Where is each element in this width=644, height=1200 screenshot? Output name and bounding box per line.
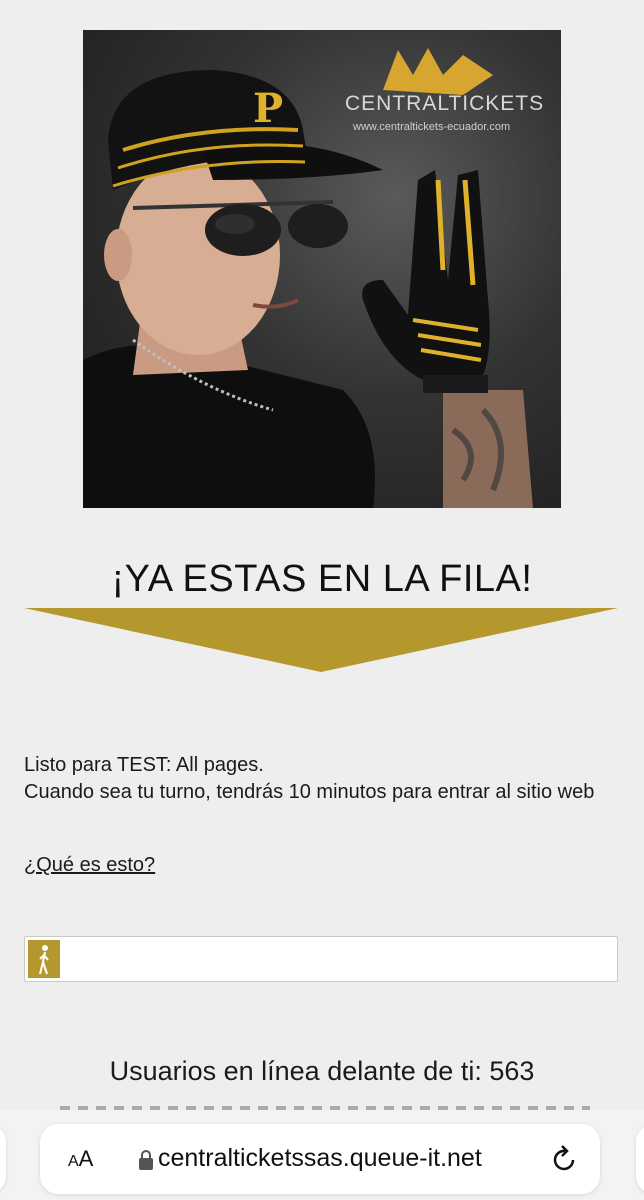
users-ahead: Usuarios en línea delante de ti: 563 [0, 1056, 644, 1087]
what-is-this-link[interactable]: ¿Qué es esto? [24, 854, 155, 877]
info-line-1: Listo para TEST: All pages. [24, 754, 264, 776]
users-ahead-label: Usuarios en línea delante de ti: [109, 1056, 482, 1086]
queue-info: Listo para TEST: All pages. Cuando sea t… [24, 752, 624, 806]
progress-fill [28, 940, 60, 978]
text-size-button[interactable]: AA [68, 1146, 93, 1172]
brand-url: www.centraltickets-ecuador.com [353, 121, 511, 133]
chevron-shape [24, 608, 618, 672]
svg-text:P: P [253, 85, 283, 132]
hero-image: P CENTRALTICKETS www.centraltickets-ecua… [83, 30, 561, 508]
info-line-2: Cuando sea tu turno, tendrás 10 minutos … [24, 781, 595, 803]
lock-icon [139, 1150, 153, 1170]
gold-chevron-banner [24, 608, 618, 672]
queue-progress-bar [24, 936, 618, 982]
next-tab-pill[interactable] [636, 1124, 644, 1194]
text-size-small-a: A [68, 1153, 79, 1170]
reload-icon[interactable] [551, 1144, 579, 1174]
users-ahead-count: 563 [489, 1056, 535, 1086]
page-title: ¡YA ESTAS EN LA FILA! [111, 558, 533, 601]
brand-name: CENTRALTICKETS [345, 92, 545, 115]
text-size-large-a: A [78, 1146, 94, 1171]
address-text[interactable]: centralticketssas.queue-it.net [158, 1144, 482, 1173]
person-walking-icon [39, 945, 49, 975]
